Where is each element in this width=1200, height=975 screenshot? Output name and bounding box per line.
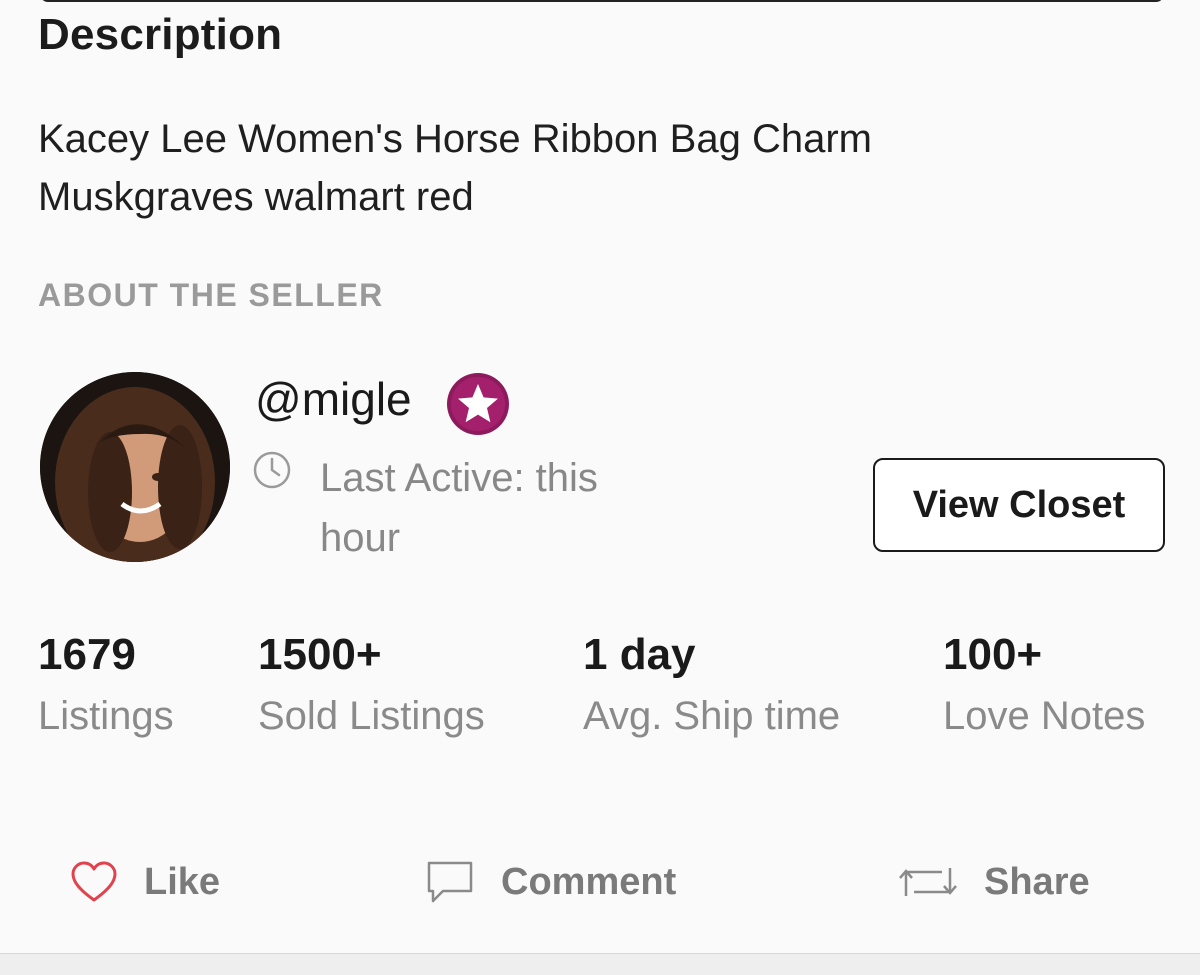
clock-icon — [252, 450, 292, 490]
star-badge-icon — [446, 372, 510, 436]
comment-icon — [427, 861, 473, 903]
stat-value: 100+ — [943, 630, 1043, 679]
share-icon — [899, 868, 957, 896]
stat-sold-listings: 1500+ Sold Listings — [258, 630, 485, 739]
like-button[interactable]: Like — [70, 852, 220, 912]
view-closet-button[interactable]: View Closet — [873, 458, 1165, 552]
stat-label: Sold Listings — [258, 694, 485, 738]
stat-listings: 1679 Listings — [38, 630, 174, 739]
comment-label: Comment — [501, 860, 677, 903]
stat-avg-ship-time: 1 day Avg. Ship time — [583, 630, 840, 739]
avatar-photo — [40, 372, 230, 562]
description-text: Kacey Lee Women's Horse Ribbon Bag Charm… — [38, 117, 872, 219]
stat-label: Avg. Ship time — [583, 694, 841, 738]
description-heading: Description — [38, 10, 283, 59]
heart-icon — [71, 861, 117, 902]
seller-avatar[interactable] — [40, 372, 230, 562]
share-button[interactable]: Share — [898, 852, 1090, 912]
stat-label: Love Notes — [943, 694, 1146, 738]
stat-value: 1679 — [38, 630, 136, 679]
top-divider — [40, 0, 1164, 2]
comment-button[interactable]: Comment — [425, 852, 676, 912]
stat-value: 1 day — [583, 630, 696, 679]
last-active-text: Last Active: this hour — [320, 456, 598, 560]
seller-username[interactable]: @migle — [255, 372, 412, 426]
share-label: Share — [984, 860, 1090, 903]
stat-love-notes: 100+ Love Notes — [943, 630, 1145, 739]
stat-label: Listings — [38, 694, 174, 738]
bottom-divider — [0, 953, 1200, 975]
stat-value: 1500+ — [258, 630, 382, 679]
like-label: Like — [144, 860, 221, 903]
about-seller-heading: ABOUT THE SELLER — [38, 277, 384, 313]
